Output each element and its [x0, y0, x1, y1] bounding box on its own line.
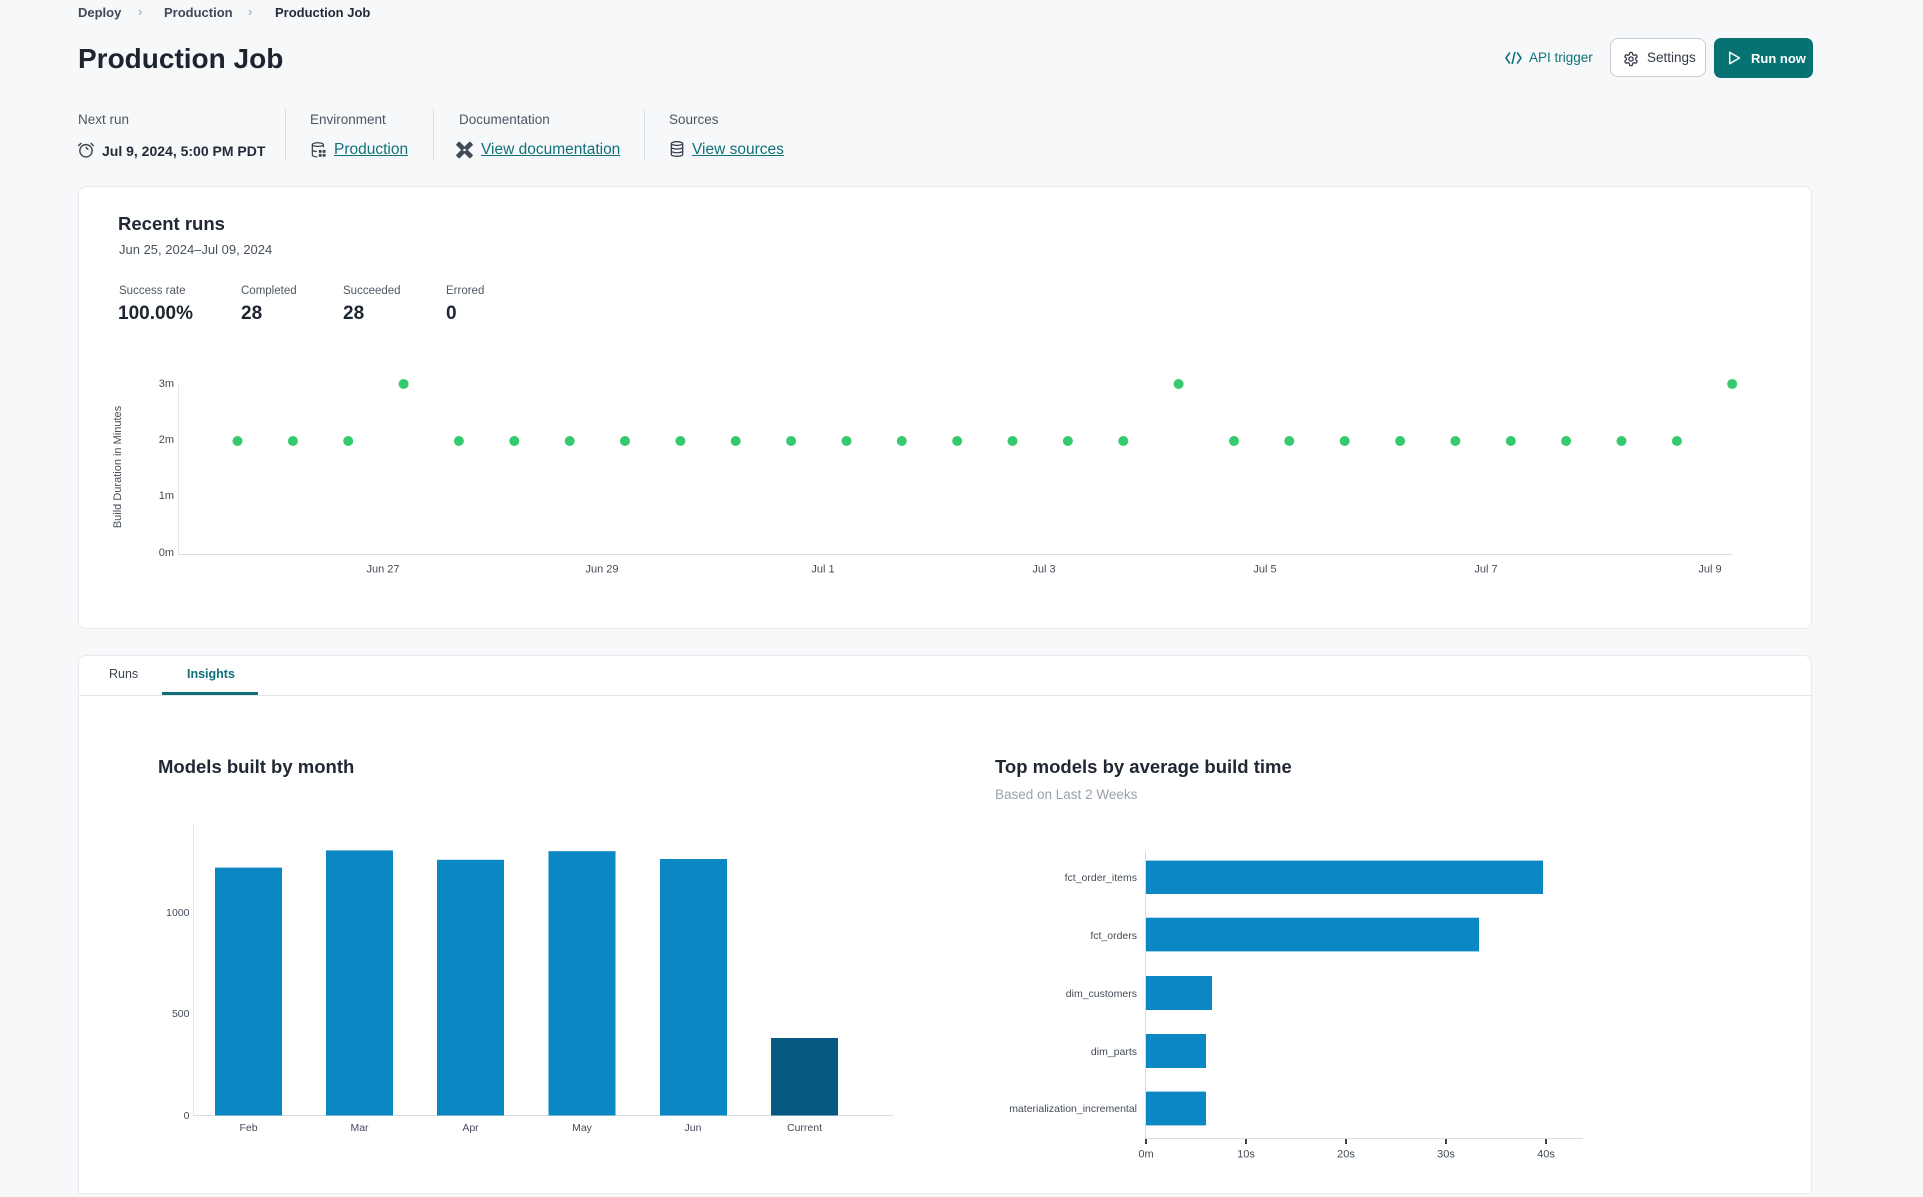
- svg-text:fct_orders: fct_orders: [1090, 930, 1137, 942]
- svg-text:40s: 40s: [1537, 1149, 1555, 1161]
- svg-text:0: 0: [184, 1110, 190, 1122]
- svg-text:May: May: [572, 1122, 593, 1134]
- svg-text:Mar: Mar: [350, 1122, 369, 1134]
- svg-text:3m: 3m: [159, 378, 174, 390]
- svg-text:Build Duration in Minutes: Build Duration in Minutes: [112, 405, 124, 528]
- svg-text:Apr: Apr: [462, 1122, 479, 1134]
- svg-text:Jun 27: Jun 27: [366, 564, 399, 576]
- svg-text:Current: Current: [787, 1122, 822, 1134]
- svg-text:Jul 1: Jul 1: [811, 564, 834, 576]
- svg-text:20s: 20s: [1337, 1149, 1355, 1161]
- svg-text:Jun: Jun: [685, 1122, 702, 1134]
- svg-text:Jul 5: Jul 5: [1253, 564, 1276, 576]
- svg-text:0m: 0m: [159, 547, 174, 559]
- svg-text:10s: 10s: [1237, 1149, 1255, 1161]
- svg-text:2m: 2m: [159, 434, 174, 446]
- svg-text:dim_parts: dim_parts: [1091, 1046, 1137, 1058]
- svg-text:Jul 9: Jul 9: [1698, 564, 1721, 576]
- svg-text:dim_customers: dim_customers: [1066, 988, 1137, 1000]
- svg-text:Jul 3: Jul 3: [1032, 564, 1055, 576]
- svg-text:Jul 7: Jul 7: [1474, 564, 1497, 576]
- svg-text:fct_order_items: fct_order_items: [1065, 872, 1137, 884]
- svg-text:Feb: Feb: [239, 1122, 257, 1134]
- svg-text:Jun 29: Jun 29: [585, 564, 618, 576]
- svg-text:1000: 1000: [166, 907, 190, 919]
- svg-text:30s: 30s: [1437, 1149, 1455, 1161]
- svg-text:500: 500: [172, 1008, 190, 1020]
- svg-text:materialization_incremental: materialization_incremental: [1009, 1103, 1137, 1115]
- svg-text:1m: 1m: [159, 490, 174, 502]
- svg-text:0m: 0m: [1138, 1149, 1153, 1161]
